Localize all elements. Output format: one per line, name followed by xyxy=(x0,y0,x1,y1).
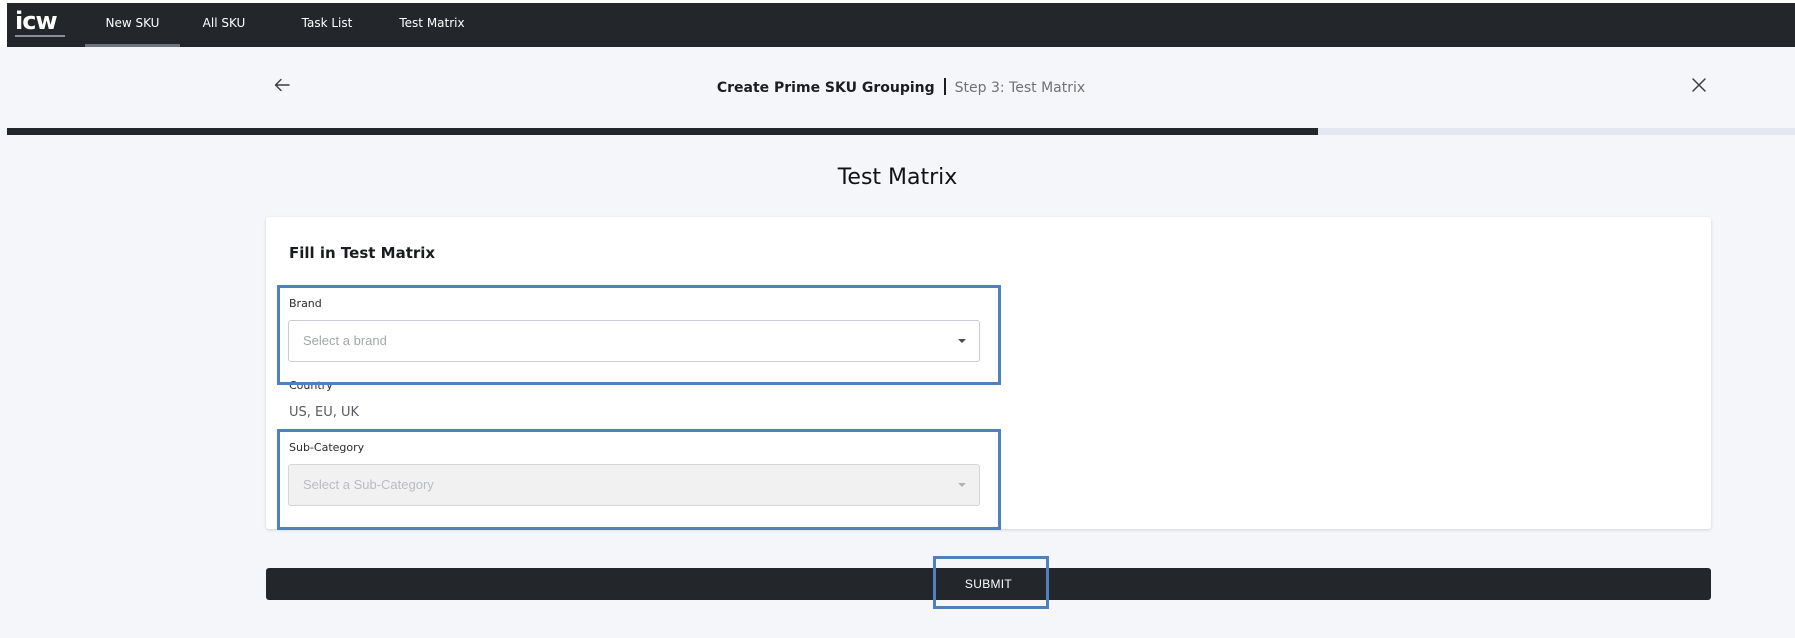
wizard-title-main: Create Prime SKU Grouping xyxy=(716,80,935,96)
card-title: Fill in Test Matrix xyxy=(289,244,436,262)
title-divider xyxy=(943,78,946,95)
submit-button[interactable]: SUBMIT xyxy=(266,568,1711,600)
icw-logo[interactable]: icw xyxy=(15,7,71,43)
brand-select[interactable]: Select a brand xyxy=(288,320,980,362)
wizard-header: Create Prime SKU Grouping Step 3: Test Ma… xyxy=(7,47,1795,127)
top-navbar: icw New SKU All SKU Task List Test Matri… xyxy=(0,0,1795,47)
chevron-down-icon xyxy=(958,339,966,343)
nav-test-matrix-label: Test Matrix xyxy=(399,16,465,30)
wizard-title: Create Prime SKU Grouping Step 3: Test Ma… xyxy=(7,78,1795,96)
nav-new-sku-label: New SKU xyxy=(105,16,160,30)
wizard-progress-fill xyxy=(7,128,1318,135)
subcategory-select-placeholder: Select a Sub-Category xyxy=(303,477,434,492)
logo-tagline xyxy=(15,35,65,37)
country-value: US, EU, UK xyxy=(289,405,360,420)
nav-new-sku[interactable]: New SKU xyxy=(85,3,180,47)
nav-all-sku-label: All SKU xyxy=(202,16,246,30)
page-title: Test Matrix xyxy=(837,165,958,190)
close-icon[interactable] xyxy=(1691,77,1707,93)
logo-text: icw xyxy=(15,7,58,35)
subcategory-label: Sub-Category xyxy=(289,441,365,454)
country-label: Country xyxy=(289,379,333,392)
chevron-down-icon xyxy=(958,483,966,487)
nav-task-list[interactable]: Task List xyxy=(287,3,367,47)
nav-task-list-label: Task List xyxy=(301,16,353,30)
nav-all-sku[interactable]: All SKU xyxy=(189,3,259,47)
wizard-step-label: Step 3: Test Matrix xyxy=(954,80,1086,96)
subcategory-select[interactable]: Select a Sub-Category xyxy=(288,464,980,506)
brand-label: Brand xyxy=(289,297,322,310)
brand-select-placeholder: Select a brand xyxy=(303,333,387,348)
submit-label: SUBMIT xyxy=(964,577,1013,591)
nav-test-matrix[interactable]: Test Matrix xyxy=(387,3,477,47)
test-matrix-card: Fill in Test Matrix Brand Select a brand… xyxy=(266,217,1711,529)
wizard-progress-bar xyxy=(7,128,1795,135)
